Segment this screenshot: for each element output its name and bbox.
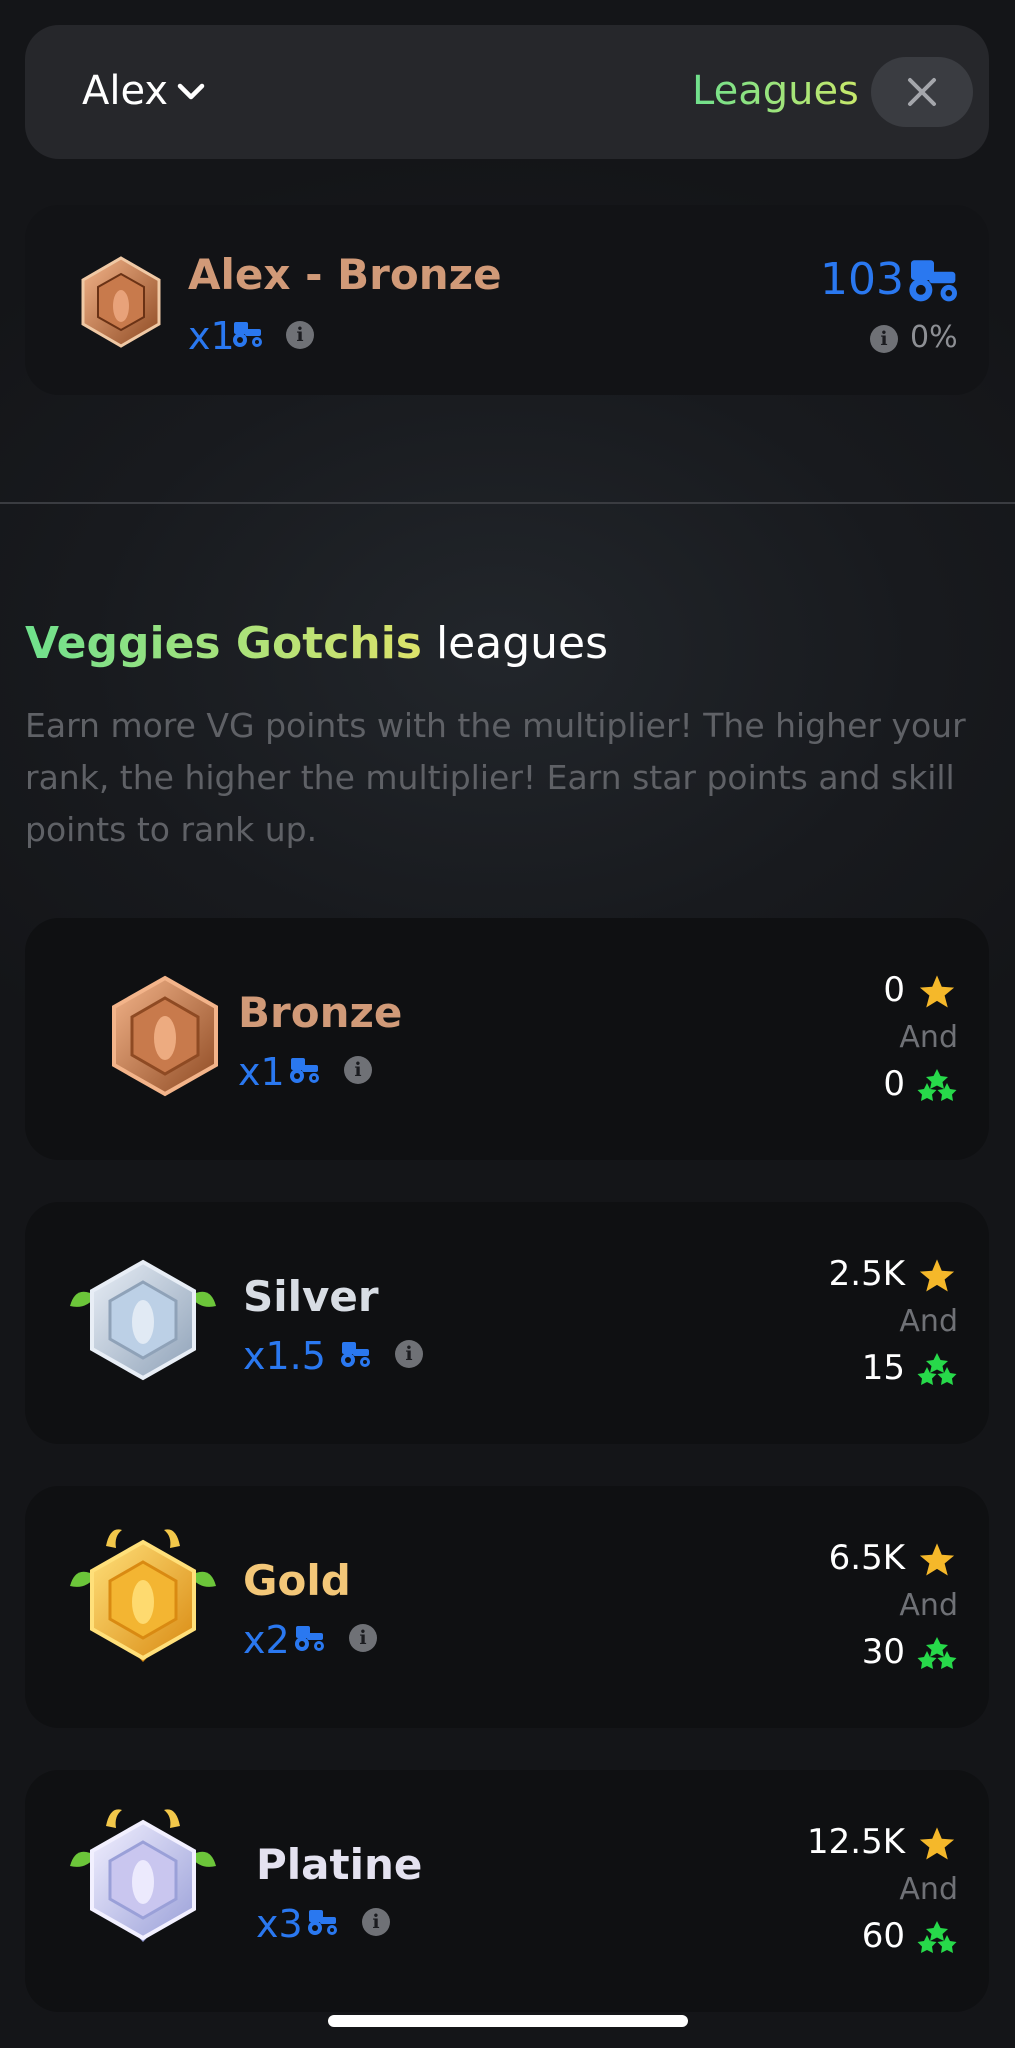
star-requirement: 6.5K — [828, 1538, 905, 1578]
info-icon[interactable]: i — [395, 1340, 423, 1368]
league-multiplier: x1.5 — [243, 1334, 326, 1378]
divider — [0, 502, 1015, 504]
section-title-highlight: Veggies Gotchis — [25, 618, 422, 669]
skill-points-icon — [917, 1069, 957, 1101]
platine-badge-icon — [70, 1809, 216, 1942]
league-name: Gold — [243, 1556, 351, 1605]
tractor-icon — [341, 1342, 370, 1367]
and-label: And — [899, 1020, 958, 1055]
info-icon[interactable]: i — [349, 1624, 377, 1652]
home-indicator[interactable] — [328, 2015, 688, 2027]
and-label: And — [899, 1872, 958, 1907]
bronze-badge-icon — [112, 975, 218, 1097]
silver-badge-icon — [70, 1259, 216, 1381]
info-icon[interactable]: i — [286, 321, 314, 349]
star-icon — [919, 1827, 955, 1860]
league-name: Platine — [256, 1840, 423, 1889]
progress-percent: 0% — [910, 320, 958, 355]
and-label: And — [899, 1588, 958, 1623]
tractor-icon — [295, 1626, 324, 1651]
star-icon — [919, 975, 955, 1008]
gold-badge-icon — [70, 1529, 216, 1662]
star-requirement: 0 — [883, 970, 905, 1010]
star-requirement: 12.5K — [807, 1822, 905, 1862]
and-label: And — [899, 1304, 958, 1339]
skill-requirement: 0 — [883, 1064, 905, 1104]
skill-points-icon — [917, 1921, 957, 1953]
chevron-down-icon[interactable] — [176, 80, 206, 104]
section-title: Veggies Gotchis leagues — [25, 618, 608, 669]
section-title-rest: leagues — [421, 618, 609, 669]
info-icon[interactable]: i — [870, 325, 898, 353]
close-button[interactable] — [871, 57, 973, 127]
current-league-name: Alex - Bronze — [188, 250, 502, 299]
skill-requirement: 15 — [861, 1348, 905, 1388]
league-multiplier: x3 — [256, 1902, 303, 1946]
star-icon — [919, 1543, 955, 1576]
star-requirement: 2.5K — [828, 1254, 905, 1294]
tractor-icon — [308, 1910, 337, 1935]
current-points: 103 — [820, 254, 904, 305]
section-description: Earn more VG points with the multiplier!… — [25, 706, 966, 849]
league-name: Bronze — [238, 988, 403, 1037]
star-icon — [919, 1259, 955, 1292]
skill-requirement: 30 — [861, 1632, 905, 1672]
info-icon[interactable]: i — [344, 1056, 372, 1084]
user-name[interactable]: Alex — [82, 68, 168, 114]
bronze-badge-icon — [81, 256, 161, 348]
info-icon[interactable]: i — [362, 1908, 390, 1936]
league-name: Silver — [243, 1272, 379, 1321]
tractor-icon — [909, 260, 957, 302]
close-icon — [908, 78, 936, 106]
skill-points-icon — [917, 1353, 957, 1385]
page-title: Leagues — [692, 68, 859, 114]
league-multiplier: x2 — [243, 1618, 290, 1662]
league-multiplier: x1 — [238, 1050, 285, 1094]
tractor-icon — [233, 322, 262, 347]
current-multiplier: x1 — [188, 314, 235, 358]
skill-points-icon — [917, 1637, 957, 1669]
tractor-icon — [290, 1058, 319, 1083]
skill-requirement: 60 — [861, 1916, 905, 1956]
